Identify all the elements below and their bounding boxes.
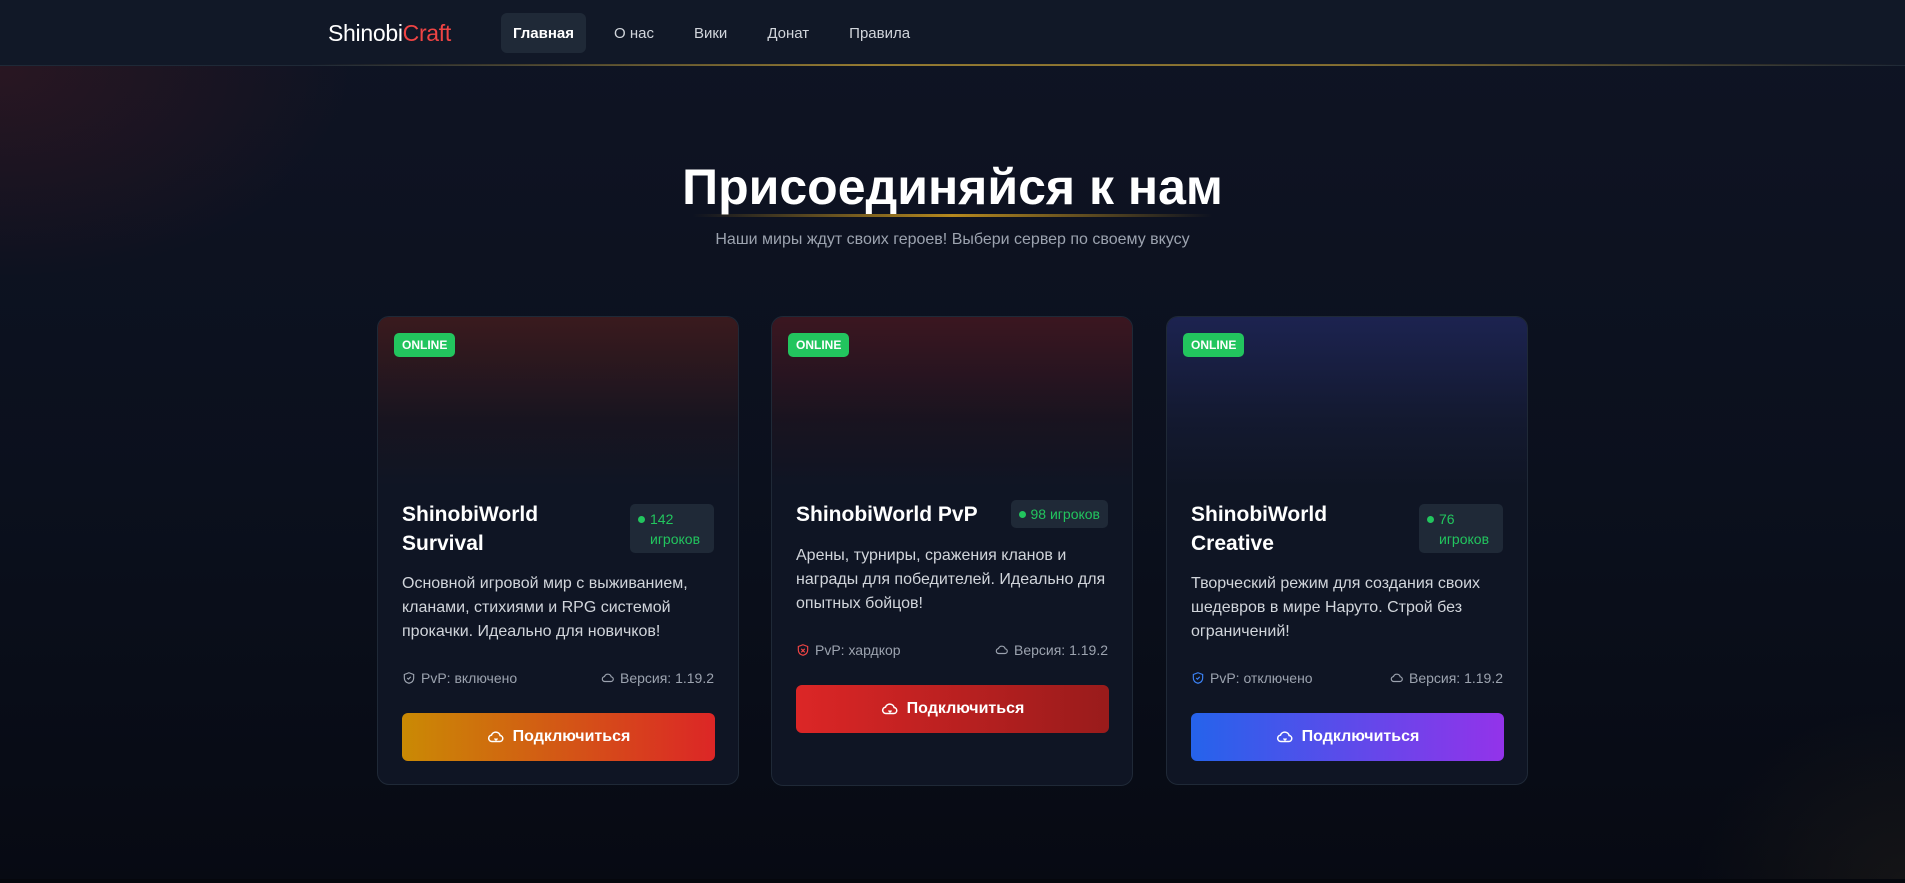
status-badge: ONLINE: [394, 333, 456, 357]
connect-button[interactable]: Подключиться: [1191, 713, 1504, 761]
hero-title-underline: [693, 214, 1212, 217]
connect-button[interactable]: Подключиться: [402, 713, 715, 761]
version-info: Версия: 1.19.2: [601, 670, 714, 686]
server-meta: PvP: включено Версия: 1.19.2: [402, 668, 714, 688]
shield-icon: [403, 672, 415, 684]
cloud-connect-icon: [487, 731, 504, 743]
connect-button-label: Подключиться: [512, 728, 631, 745]
nav-item-rules[interactable]: Правила: [837, 13, 922, 53]
online-dot-icon: [638, 516, 645, 523]
server-card-pvp: ONLINE ShinobiWorld PvP 98 игроков Арены…: [771, 316, 1133, 786]
pvp-label: PvP: отключено: [1210, 670, 1313, 686]
pvp-label: PvP: хардкор: [815, 642, 901, 658]
server-card-survival: ONLINE ShinobiWorld Survival 142 игроков …: [377, 316, 739, 785]
player-count: 76: [1439, 511, 1455, 527]
connect-button-label: Подключиться: [1301, 728, 1420, 745]
player-count-badge: 98 игроков: [1010, 500, 1108, 528]
player-count: 98: [1030, 506, 1047, 522]
pvp-info: PvP: хардкор: [796, 642, 901, 658]
player-count: 142: [650, 511, 674, 527]
cloud-icon: [995, 645, 1008, 655]
online-dot-icon: [1427, 516, 1434, 523]
navbar-glow-divider: [310, 64, 1905, 66]
server-meta: PvP: хардкор Версия: 1.19.2: [796, 640, 1108, 660]
server-description: Творческий режим для создания своих шеде…: [1191, 575, 1481, 640]
server-name: ShinobiWorld PvP: [796, 503, 978, 526]
nav-item-donate[interactable]: Донат: [755, 13, 821, 53]
online-dot-icon: [1018, 510, 1026, 518]
top-navbar: ShinobiCraft Главная О нас Вики Донат Пр…: [0, 0, 1905, 66]
logo-text-craft: Craft: [402, 20, 452, 46]
version-info: Версия: 1.19.2: [1390, 670, 1503, 686]
status-badge: ONLINE: [788, 333, 850, 357]
hero-title: Присоединяйся к нам: [682, 159, 1223, 215]
cloud-connect-icon: [1276, 731, 1293, 743]
connect-button-label: Подключиться: [906, 700, 1025, 717]
cloud-icon: [601, 673, 614, 683]
pvp-info: PvP: включено: [402, 670, 517, 686]
nav-item-home[interactable]: Главная: [501, 13, 587, 53]
cloud-icon: [1390, 673, 1403, 683]
nav-item-wiki[interactable]: Вики: [682, 13, 739, 53]
player-count-badge: 142 игроков: [630, 504, 714, 553]
server-description: Основной игровой мир с выживанием, клана…: [402, 575, 688, 640]
version-label: Версия: 1.19.2: [1408, 670, 1503, 686]
version-label: Версия: 1.19.2: [619, 670, 714, 686]
server-card-creative: ONLINE ShinobiWorld Creative 76 игроков Т…: [1166, 316, 1528, 785]
player-count-unit: игроков: [650, 531, 701, 547]
version-info: Версия: 1.19.2: [995, 642, 1108, 658]
server-description: Арены, турниры, сражения кланов и наград…: [796, 547, 1106, 612]
version-label: Версия: 1.19.2: [1013, 642, 1108, 658]
page-bottom-edge: [0, 879, 1905, 883]
player-count-badge: 76 игроков: [1419, 504, 1503, 553]
player-count-unit: игроков: [1049, 506, 1100, 522]
nav-item-about[interactable]: О нас: [602, 13, 666, 53]
site-logo[interactable]: ShinobiCraft: [328, 20, 451, 47]
server-meta: PvP: отключено Версия: 1.19.2: [1191, 668, 1503, 688]
shield-icon: [1192, 672, 1204, 684]
status-badge: ONLINE: [1183, 333, 1245, 357]
hero-subtitle: Наши миры ждут своих героев! Выбери серв…: [715, 231, 1190, 248]
connect-button[interactable]: Подключиться: [796, 685, 1109, 733]
pvp-info: PvP: отключено: [1191, 670, 1313, 686]
shield-icon: [797, 644, 809, 656]
pvp-label: PvP: включено: [421, 670, 518, 686]
cloud-connect-icon: [881, 703, 898, 715]
main-menu: Главная О нас Вики Донат Правила: [501, 13, 938, 53]
logo-text-shinobi: Shinobi: [328, 20, 403, 46]
server-name: ShinobiWorld Survival: [402, 503, 539, 555]
server-name: ShinobiWorld Creative: [1191, 503, 1328, 555]
player-count-unit: игроков: [1439, 531, 1490, 547]
